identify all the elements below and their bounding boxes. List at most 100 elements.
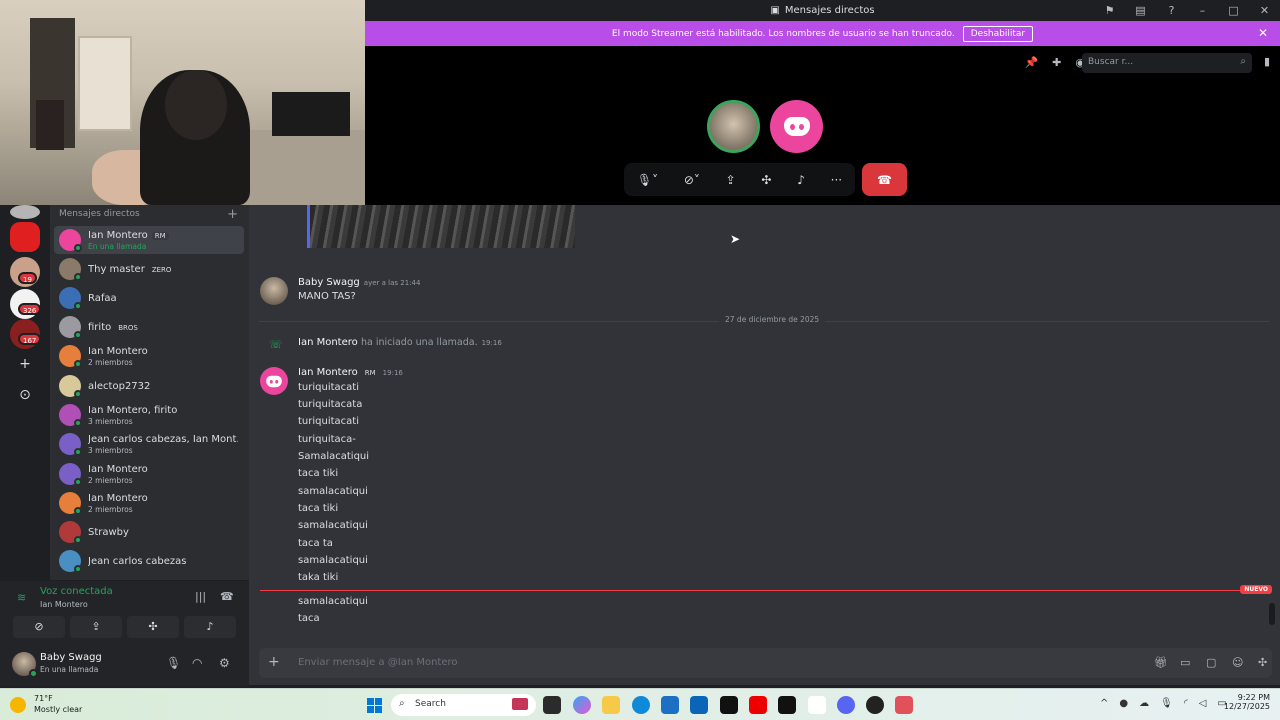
start-button[interactable]: [367, 698, 382, 713]
participant-avatar-ian[interactable]: [707, 100, 760, 153]
camera-off-button[interactable]: ⊘: [13, 616, 65, 638]
youtube-icon[interactable]: [749, 696, 767, 714]
chevron-up-icon[interactable]: ^: [1100, 698, 1108, 709]
call-author[interactable]: Ian Montero: [298, 337, 358, 348]
avatar[interactable]: [260, 367, 288, 395]
voice-status[interactable]: Voz conectada: [40, 586, 113, 597]
author-name[interactable]: Baby Swagg: [298, 277, 360, 288]
pin-icon[interactable]: 📌: [1024, 56, 1038, 69]
copilot-icon[interactable]: [573, 696, 591, 714]
maximize-button[interactable]: □: [1218, 4, 1249, 17]
obs-icon[interactable]: [895, 696, 913, 714]
outlook-icon[interactable]: [690, 696, 708, 714]
microphone-icon[interactable]: 🎙︎˅: [637, 173, 658, 187]
inbox-icon[interactable]: ▮: [1264, 55, 1270, 68]
help-icon[interactable]: ?: [1156, 4, 1187, 17]
camera-off-icon[interactable]: ⊘˅: [684, 173, 700, 187]
search-placeholder: Buscar r...: [1088, 57, 1134, 67]
dm-item[interactable]: Ian Montero 2 miembros: [54, 342, 244, 370]
hang-up-button[interactable]: ☎: [862, 163, 907, 196]
edge-icon[interactable]: [632, 696, 650, 714]
dm-item[interactable]: Ian Montero 2 miembros: [54, 460, 244, 488]
headphones-icon[interactable]: ◠: [192, 656, 202, 670]
discover-icon[interactable]: ⊙: [10, 380, 40, 410]
netflix-icon[interactable]: [778, 696, 796, 714]
dm-item[interactable]: Ian Montero, firito 3 miembros: [54, 401, 244, 429]
volume-icon[interactable]: ◁: [1199, 698, 1207, 709]
webcam-overlay: [0, 0, 365, 205]
dm-item[interactable]: Jean carlos cabezas, Ian Mont... 3 miembr…: [54, 430, 244, 458]
close-window-button[interactable]: ✕: [1249, 4, 1280, 17]
app-icon[interactable]: [866, 696, 884, 714]
streamer-mode-banner: El modo Streamer está habilitado. Los no…: [365, 21, 1280, 46]
participant-avatar-discord[interactable]: [770, 100, 823, 153]
status-dot: [74, 390, 82, 398]
screen-share-icon[interactable]: ⇪: [726, 173, 736, 187]
minimize-button[interactable]: –: [1187, 4, 1218, 17]
banner-text: El modo Streamer está habilitado. Los no…: [611, 28, 955, 39]
server-icon[interactable]: [10, 222, 40, 252]
sticker-icon[interactable]: ▢: [1206, 656, 1216, 669]
image-attachment[interactable]: [307, 205, 575, 248]
dm-item[interactable]: Thy master ZERO: [54, 255, 244, 283]
gift-icon[interactable]: 🎁︎: [1154, 656, 1168, 669]
close-icon[interactable]: ✕: [1258, 26, 1268, 40]
more-icon[interactable]: ···: [831, 173, 842, 187]
dm-item[interactable]: Jean carlos cabezas: [54, 547, 244, 575]
clock[interactable]: 9:22 PM 12/27/2025: [1224, 693, 1270, 711]
store-icon[interactable]: [661, 696, 679, 714]
settings-icon[interactable]: ⚙: [219, 656, 230, 670]
file-explorer-icon[interactable]: [602, 696, 620, 714]
message-text: taca: [298, 613, 320, 624]
message-input[interactable]: + Enviar mensaje a @Ian Montero 🎁︎ ▭ ▢ ☺…: [259, 648, 1272, 678]
author-name[interactable]: Ian Montero: [298, 367, 358, 378]
task-view-icon[interactable]: [543, 696, 561, 714]
soundboard-button[interactable]: ♪: [184, 616, 236, 638]
discord-icon[interactable]: [837, 696, 855, 714]
dm-item[interactable]: Ian Montero RM En una llamada: [54, 226, 244, 254]
add-friend-icon[interactable]: ✚: [1052, 56, 1061, 69]
microphone-icon[interactable]: 🎙︎: [1160, 698, 1173, 709]
disable-streamer-button[interactable]: Deshabilitar: [962, 25, 1034, 42]
dm-item[interactable]: firito BROS: [54, 313, 244, 341]
flag-icon[interactable]: ⚑: [1094, 4, 1125, 17]
emoji-icon[interactable]: ☺: [1232, 656, 1243, 669]
user-status: En una llamada: [40, 665, 99, 674]
soundboard-icon[interactable]: ♪: [797, 173, 805, 187]
activities-icon[interactable]: ✣: [761, 173, 771, 187]
screen-icon[interactable]: ▤: [1125, 4, 1156, 17]
dm-name-text: alectop2732: [88, 381, 151, 392]
user-name[interactable]: Baby Swagg: [40, 652, 102, 663]
dm-item[interactable]: Ian Montero 2 miembros: [54, 489, 244, 517]
cloud-icon[interactable]: ☁: [1139, 698, 1149, 709]
new-dm-icon[interactable]: +: [227, 207, 238, 222]
wifi-icon[interactable]: ◜: [1184, 698, 1188, 709]
dm-name-text: Jean carlos cabezas: [88, 556, 187, 567]
taskbar-search[interactable]: ⌕ Search: [391, 694, 536, 716]
gif-icon[interactable]: ▭: [1180, 656, 1190, 669]
dm-name: firito BROS: [88, 322, 141, 333]
message-author: Ian Montero RM 19:16: [298, 367, 403, 378]
disconnect-icon[interactable]: ☎: [220, 590, 234, 603]
attach-icon[interactable]: +: [268, 654, 280, 670]
tray-app-icon[interactable]: ●: [1119, 698, 1128, 709]
dm-item[interactable]: alectop2732: [54, 372, 244, 400]
microphone-icon[interactable]: 🎙︎: [166, 656, 181, 670]
search-icon: ⌕: [1240, 56, 1246, 67]
dm-item[interactable]: Strawby: [54, 518, 244, 546]
dm-name: Ian Montero RM: [88, 230, 169, 241]
status-dot: [74, 360, 82, 368]
scrollbar[interactable]: [1269, 603, 1275, 625]
activities-button[interactable]: ✣: [127, 616, 179, 638]
noise-icon[interactable]: |||: [195, 590, 206, 603]
amazon-icon[interactable]: [808, 696, 826, 714]
search-input[interactable]: Buscar r... ⌕: [1082, 53, 1252, 73]
roblox-icon[interactable]: [720, 696, 738, 714]
dm-item[interactable]: Rafaa: [54, 284, 244, 312]
server-icon[interactable]: [10, 205, 40, 219]
add-server-icon[interactable]: +: [10, 349, 40, 379]
screen-share-button[interactable]: ⇪: [70, 616, 122, 638]
weather-icon: [10, 697, 26, 713]
apps-icon[interactable]: ✣: [1258, 656, 1267, 669]
avatar[interactable]: [260, 277, 288, 305]
